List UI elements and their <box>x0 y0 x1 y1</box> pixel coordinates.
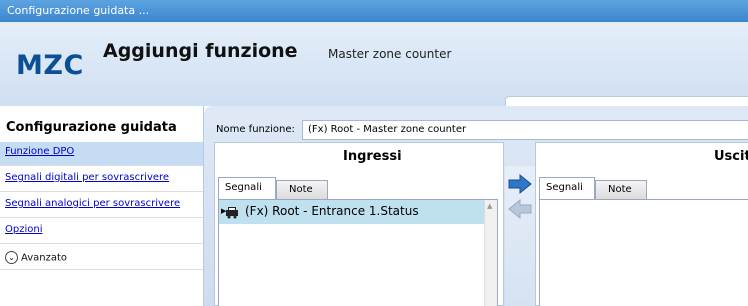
tab-outputs-note[interactable]: Note <box>595 180 647 199</box>
inputs-list: ▶ (Fx) Root - Entrance 1.Status ▲ <box>218 199 498 306</box>
window-title: Configurazione guidata ... <box>7 4 150 17</box>
list-item-label: (Fx) Root - Entrance 1.Status <box>245 204 419 218</box>
page-title: Aggiungi funzione <box>103 40 298 62</box>
sidebar-title: Configurazione guidata <box>6 120 177 135</box>
inputs-scrollbar[interactable]: ▲ <box>484 200 497 306</box>
tab-inputs-note[interactable]: Note <box>276 180 328 199</box>
tab-inputs-segnali[interactable]: Segnali <box>218 177 276 199</box>
scroll-up-icon[interactable]: ▲ <box>487 202 492 210</box>
sidebar: Configurazione guidata Funzione DPO Segn… <box>0 106 203 306</box>
inputs-title: Ingressi <box>343 149 402 164</box>
car-icon <box>226 207 238 219</box>
sidebar-item-segnali-analogici[interactable]: Segnali analogici per sovrascrivere <box>0 194 203 218</box>
move-left-arrow-icon[interactable] <box>507 198 533 220</box>
move-right-arrow-icon[interactable] <box>507 173 533 195</box>
outputs-title: Uscite <box>714 149 748 164</box>
main-content: Nome funzione: (Fx) Root - Master zone c… <box>204 106 748 306</box>
outputs-list <box>539 199 748 306</box>
sidebar-item-segnali-digitali[interactable]: Segnali digitali per sovrascrivere <box>0 168 203 192</box>
sidebar-item-opzioni[interactable]: Opzioni <box>0 220 203 244</box>
outputs-panel: Uscite Segnali Note <box>535 142 748 306</box>
header: MZC Aggiungi funzione Master zone counte… <box>0 22 748 128</box>
tab-outputs-segnali[interactable]: Segnali <box>539 177 595 199</box>
function-name-field[interactable]: (Fx) Root - Master zone counter <box>302 120 748 140</box>
app-logo: MZC <box>16 50 84 81</box>
function-name-label: Nome funzione: <box>216 124 295 135</box>
sidebar-item-funzione-dpo[interactable]: Funzione DPO <box>0 142 203 166</box>
avanzato-label: Avanzato <box>21 252 68 264</box>
inputs-panel: Ingressi Segnali Note ▶ (Fx) Root - Entr… <box>214 142 504 306</box>
list-item[interactable]: ▶ (Fx) Root - Entrance 1.Status <box>219 200 485 224</box>
window-titlebar: Configurazione guidata ... <box>0 0 748 22</box>
sidebar-item-avanzato[interactable]: ⌄ Avanzato <box>0 248 203 270</box>
chevron-down-circle-icon: ⌄ <box>5 251 18 264</box>
page-subtitle: Master zone counter <box>328 47 452 61</box>
